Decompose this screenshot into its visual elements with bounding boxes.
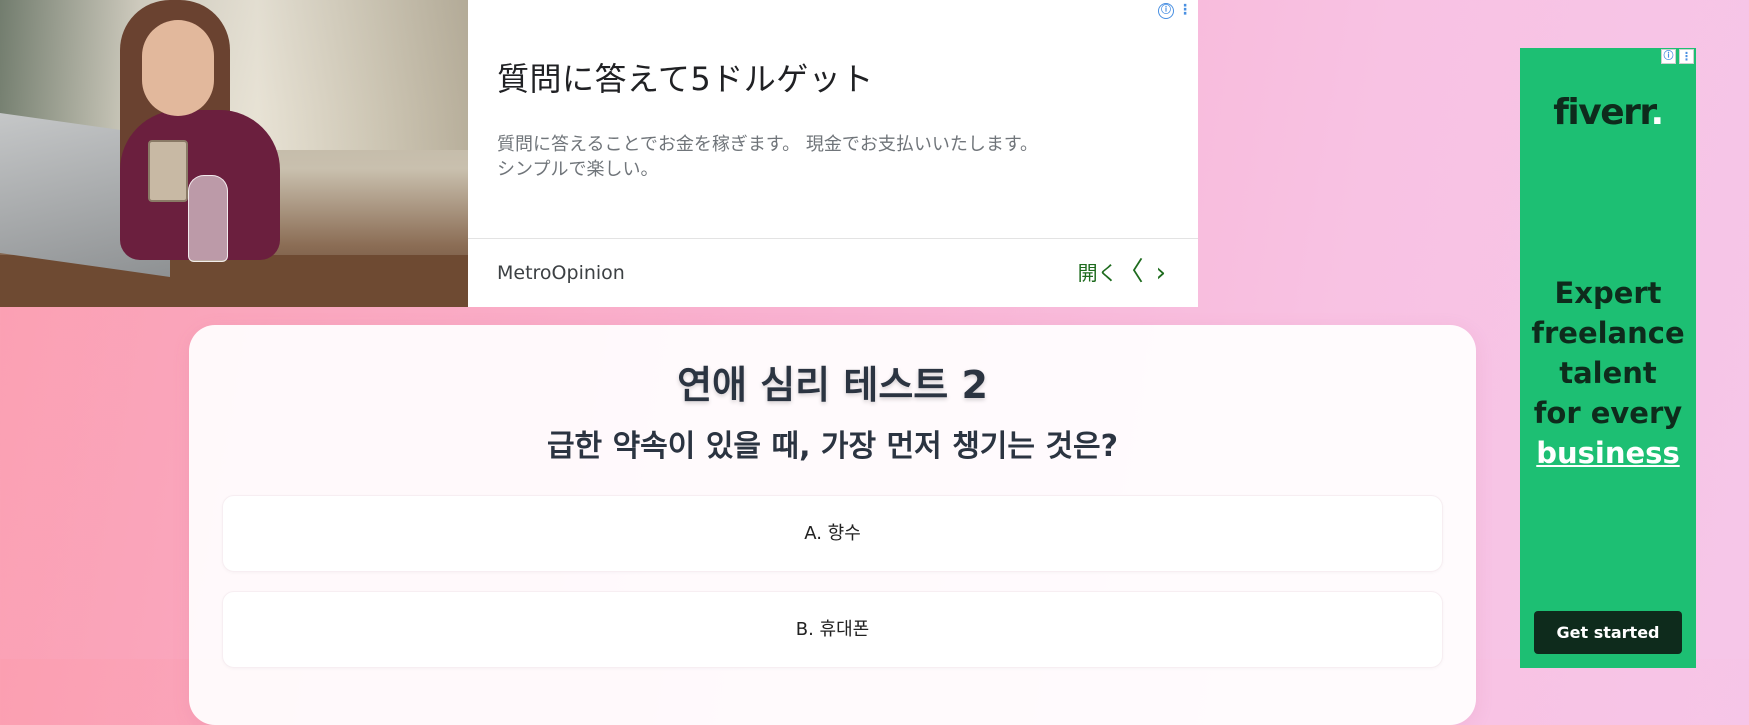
chevron-right-icon[interactable]: ›: [1156, 260, 1166, 286]
ad-more-options-icon[interactable]: ⋮: [1178, 1, 1192, 19]
ad-open-button[interactable]: 開く〈 ›: [1077, 257, 1166, 287]
tagline-highlight: business: [1536, 436, 1680, 470]
side-ad-tagline: Expert freelance talent for every busine…: [1520, 273, 1696, 473]
answer-option-a[interactable]: A. 향수: [222, 495, 1443, 572]
ad-advertiser-name[interactable]: MetroOpinion: [497, 261, 625, 285]
ad-description: 質問に答えることでお金を稼ぎます。 現金でお支払いいたします。 シンプルで楽しい…: [497, 132, 1137, 182]
photo-face: [142, 20, 214, 116]
ad-photo-woman-with-phone[interactable]: [0, 0, 468, 307]
ad-open-label: 開く〈: [1077, 257, 1144, 287]
tagline-line: for every: [1533, 396, 1683, 430]
ad-description-line-1: 質問に答えることでお金を稼ぎます。 現金でお支払いいたします。: [497, 134, 1039, 155]
ad-description-line-2: シンプルで楽しい。: [497, 159, 659, 180]
photo-glass: [188, 175, 228, 262]
side-banner-ad[interactable]: ⓘ ⋮ fiverr. Expert freelance talent for …: [1520, 48, 1696, 668]
quiz-question: 급한 약속이 있을 때, 가장 먼저 챙기는 것은?: [546, 429, 1119, 464]
tagline-line: freelance: [1531, 316, 1685, 350]
ad-more-options-icon[interactable]: ⋮: [1679, 49, 1694, 64]
ad-headline[interactable]: 質問に答えて5ドルゲット: [497, 60, 874, 98]
quiz-title: 연애 심리 테스트 2: [677, 363, 988, 407]
tagline-line: talent: [1559, 356, 1657, 390]
chevron-left-icon: 〈: [1117, 257, 1144, 287]
ad-info-icon[interactable]: ⓘ: [1158, 3, 1174, 19]
tagline-line: Expert: [1554, 276, 1662, 310]
quiz-card: 연애 심리 테스트 2 급한 약속이 있을 때, 가장 먼저 챙기는 것은? A…: [189, 325, 1476, 725]
ad-footer: MetroOpinion 開く〈 ›: [468, 238, 1198, 308]
photo-phone: [148, 140, 188, 202]
answer-option-b[interactable]: B. 휴대폰: [222, 591, 1443, 668]
top-banner-ad[interactable]: ⓘ ⋮ 質問に答えて5ドルゲット 質問に答えることでお金を稼ぎます。 現金でお支…: [0, 0, 1198, 307]
get-started-button[interactable]: Get started: [1534, 611, 1682, 654]
ad-content[interactable]: ⓘ ⋮ 質問に答えて5ドルゲット 質問に答えることでお金を稼ぎます。 現金でお支…: [468, 0, 1198, 307]
ad-info-icon[interactable]: ⓘ: [1661, 49, 1676, 64]
fiverr-logo: fiverr.: [1553, 92, 1664, 133]
